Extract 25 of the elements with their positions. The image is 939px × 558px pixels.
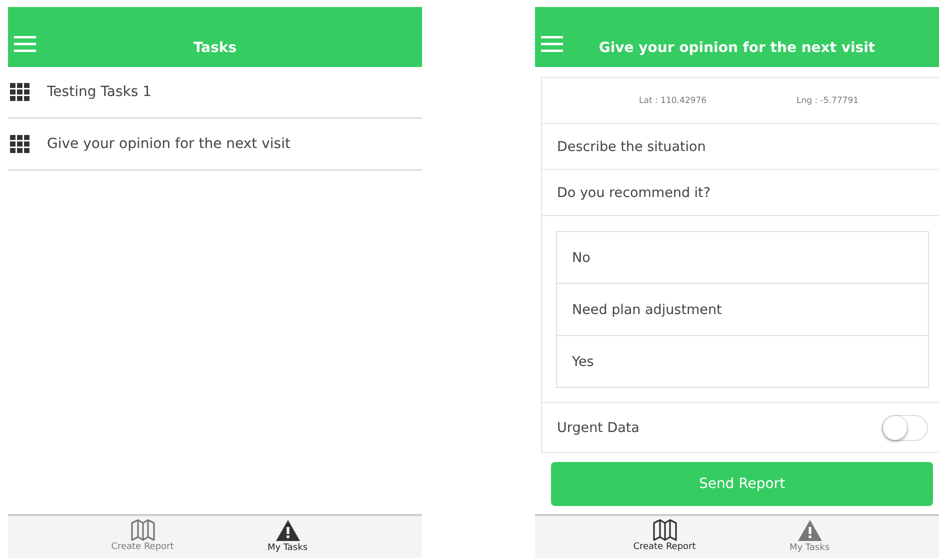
form-field[interactable]: Do you recommend it? xyxy=(542,170,939,216)
option-item[interactable]: Need plan adjustment xyxy=(557,284,928,336)
latitude-text: Lat : 110.42976 xyxy=(639,96,707,106)
menu-icon[interactable] xyxy=(541,36,563,52)
task-item[interactable]: Give your opinion for the next visit xyxy=(8,119,422,171)
option-item[interactable]: Yes xyxy=(557,336,928,387)
menu-icon[interactable] xyxy=(14,36,36,52)
map-icon xyxy=(130,519,156,541)
tab[interactable]: My Tasks xyxy=(774,516,844,558)
map-icon xyxy=(652,519,678,541)
toggle-label: Urgent Data xyxy=(557,420,640,436)
toggle-switch[interactable] xyxy=(882,414,928,440)
tab[interactable]: My Tasks xyxy=(252,516,322,558)
longitude-text: Lng : -5.77791 xyxy=(796,96,859,106)
tab[interactable]: Create Report xyxy=(630,516,700,558)
task-item[interactable]: Testing Tasks 1 xyxy=(8,67,422,119)
screen-title: Give your opinion for the next visit xyxy=(598,40,876,56)
grid-icon xyxy=(10,135,30,153)
warning-icon xyxy=(274,519,300,542)
screen-title: Tasks xyxy=(193,40,237,56)
tab[interactable]: Create Report xyxy=(108,516,178,558)
form-field[interactable]: Describe the situation xyxy=(542,124,939,170)
option-item[interactable]: No xyxy=(557,232,928,284)
grid-icon xyxy=(10,83,30,101)
warning-icon xyxy=(796,519,822,542)
